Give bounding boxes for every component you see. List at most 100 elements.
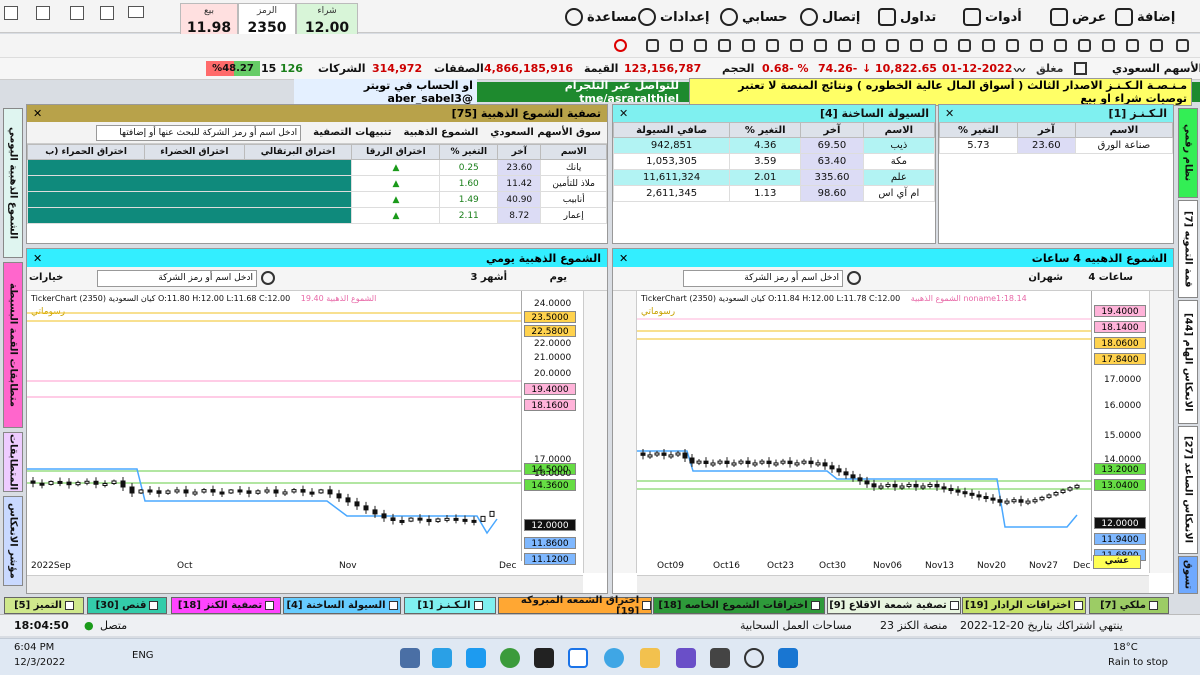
range-select[interactable]: شهران xyxy=(1028,272,1063,283)
table-row[interactable]: صناعة الورق 23.60 5.73 xyxy=(939,137,1174,154)
col-red-breakout[interactable]: اختراق الحمراء (ب xyxy=(26,144,146,160)
mail-icon[interactable] xyxy=(128,6,144,18)
golden-search-input[interactable]: ادخل اسم أو رمز الشركة للبحث عنها أو إضا… xyxy=(96,124,302,141)
toolbar-icon[interactable] xyxy=(1126,39,1139,52)
folder-icon[interactable] xyxy=(640,648,660,668)
tab-checkbox-icon[interactable] xyxy=(810,601,820,610)
daily-chart[interactable] xyxy=(27,311,521,559)
calendar-icon[interactable] xyxy=(1074,62,1087,75)
twitter-link[interactable]: او الحساب في تويتر @aber_sabel3 xyxy=(294,79,477,105)
cloud-workspaces[interactable]: مساحات العمل السحابية xyxy=(740,619,852,632)
col-blue-breakout[interactable]: اختراق الزرقا xyxy=(351,144,441,160)
tradingview-icon[interactable] xyxy=(534,648,554,668)
bottom-tab[interactable]: اختراقات الرادار [19] xyxy=(962,597,1086,614)
twitter-icon[interactable] xyxy=(466,648,486,668)
col-change[interactable]: التغير % xyxy=(439,144,499,160)
menu-tools[interactable]: أدوات xyxy=(963,6,1022,28)
side-tab-peak[interactable]: قمة التمويه [7] xyxy=(1178,200,1198,298)
menu-settings[interactable]: إعدادات xyxy=(638,6,710,28)
close-icon[interactable]: ✕ xyxy=(945,107,954,120)
table-row[interactable]: يانك 23.60 0.25 ▲ xyxy=(26,159,607,176)
toolbar-icon[interactable] xyxy=(694,39,707,52)
daily-drawing-tools[interactable] xyxy=(583,291,607,573)
telegram-icon[interactable] xyxy=(432,648,452,668)
toolbar-icon[interactable] xyxy=(742,39,755,52)
toolbar-icon[interactable] xyxy=(886,39,899,52)
table-row[interactable]: ام آي اس 98.60 1.13 2,611,345 xyxy=(612,185,936,202)
side-tab-reversal[interactable]: الانعكاس الهام [44] xyxy=(1178,300,1198,424)
toolbar-icon[interactable] xyxy=(766,39,779,52)
tab-checkbox-icon[interactable] xyxy=(1073,601,1083,610)
toolbar-icon[interactable] xyxy=(1078,39,1091,52)
toolbar-icon[interactable] xyxy=(646,39,659,52)
tab-checkbox-icon[interactable] xyxy=(949,601,959,610)
tab-checkbox-icon[interactable] xyxy=(64,601,74,610)
market-select[interactable]: سوق الأسهم السعودي xyxy=(490,127,601,138)
col-change[interactable]: التغير % xyxy=(939,122,1018,138)
toolbar-icon[interactable] xyxy=(910,39,923,52)
windows-start-icon[interactable] xyxy=(778,648,798,668)
toolbar-icon[interactable] xyxy=(982,39,995,52)
h4-drawing-tools[interactable] xyxy=(613,291,637,573)
bottom-tab[interactable]: تصفية الكنز [18] xyxy=(171,597,281,614)
edge-icon[interactable] xyxy=(604,648,624,668)
bottom-tab[interactable]: الـكـنـز [1] xyxy=(404,597,496,614)
side-tab-matches[interactable]: المتطابقات xyxy=(3,432,23,492)
close-icon[interactable]: ✕ xyxy=(33,107,42,120)
h4-side-tools[interactable] xyxy=(1149,291,1173,573)
daily-chart-scrollbar[interactable] xyxy=(27,575,583,593)
bottom-tab[interactable]: قنص [30] xyxy=(87,597,167,614)
toolbar-icon[interactable] xyxy=(790,39,803,52)
teams-icon[interactable] xyxy=(676,648,696,668)
close-icon[interactable]: ✕ xyxy=(619,252,628,265)
menu-add[interactable]: إضافة xyxy=(1115,6,1175,28)
toolbar-icon[interactable] xyxy=(1176,39,1189,52)
toolbar-icon[interactable] xyxy=(1006,39,1019,52)
h4-chart-title-bar[interactable]: الشموع الذهبيه 4 ساعات ✕ xyxy=(613,249,1173,267)
menu-account[interactable]: حسابي xyxy=(720,6,788,28)
tab-checkbox-icon[interactable] xyxy=(1148,601,1158,610)
col-orange-breakout[interactable]: اختراق البرتقالي xyxy=(243,144,353,160)
col-net-liquidity[interactable]: صافي السيولة xyxy=(612,122,731,138)
h4-chart[interactable] xyxy=(637,311,1091,559)
bottom-tab[interactable]: التميز [5] xyxy=(4,597,84,614)
col-last[interactable]: آخر xyxy=(800,122,864,138)
toolbar-icon[interactable] xyxy=(1030,39,1043,52)
table-row[interactable]: إعمار 8.72 2.11 ▲ xyxy=(26,207,607,224)
close-icon[interactable]: ✕ xyxy=(619,107,628,120)
close-icon[interactable]: ✕ xyxy=(33,252,42,265)
telegram-link[interactable]: للتواصل عبر التلجرام tme/asraralthiel xyxy=(487,79,679,105)
toolbar-icon[interactable] xyxy=(1054,39,1067,52)
period-select[interactable]: 4 ساعات xyxy=(1088,272,1133,283)
tab-checkbox-icon[interactable] xyxy=(149,601,159,610)
menu-connect[interactable]: إتصال xyxy=(800,6,860,28)
side-tab-digital[interactable]: نظام رقمي xyxy=(1178,108,1198,198)
close-icon[interactable] xyxy=(36,6,50,20)
menu-trade[interactable]: تداول xyxy=(878,6,936,28)
table-row[interactable]: علم 335.60 2.01 11,611,324 xyxy=(612,169,936,186)
table-row[interactable]: مكة 63.40 3.59 1,053,305 xyxy=(612,153,936,170)
minimize-icon[interactable] xyxy=(100,6,114,20)
options-button[interactable]: خيارات xyxy=(29,272,63,283)
toolbar-icon[interactable] xyxy=(670,39,683,52)
menu-help[interactable]: مساعدة xyxy=(565,6,637,28)
h4-chart-scrollbar[interactable] xyxy=(637,575,1149,593)
tab-checkbox-icon[interactable] xyxy=(388,601,398,610)
maximize-icon[interactable] xyxy=(70,6,84,20)
col-name[interactable]: الاسم xyxy=(540,144,607,160)
chart-search-input[interactable]: ادخل اسم أو رمز الشركة xyxy=(683,270,843,287)
bottom-tab[interactable]: ملكي [7] xyxy=(1089,597,1169,614)
kanz-panel-title[interactable]: الـكـنـز [1] ✕ xyxy=(939,105,1173,122)
side-tab-reversal-indicator[interactable]: مؤشر الانعكاس xyxy=(3,496,23,586)
bottom-tab[interactable]: اختراق الشمعه المبروكه [19] xyxy=(498,595,652,617)
range-select[interactable]: 3 أشهر xyxy=(470,272,507,283)
search-icon[interactable] xyxy=(744,648,764,668)
menu-view[interactable]: عرض xyxy=(1050,6,1106,28)
alerts-button[interactable]: تنبيهات التصفية xyxy=(313,127,391,138)
app-icon[interactable] xyxy=(400,648,420,668)
bottom-tab[interactable]: السيولة الساخنة [4] xyxy=(283,597,401,614)
table-row[interactable]: ذيب 69.50 4.36 942,851 xyxy=(612,137,936,154)
bottom-tab[interactable]: تصفية شمعة الاقلاع [9] xyxy=(827,597,961,614)
side-tab-bull-reversal[interactable]: الانعكاس الصاعد [27] xyxy=(1178,426,1198,554)
search-icon[interactable] xyxy=(261,271,275,285)
